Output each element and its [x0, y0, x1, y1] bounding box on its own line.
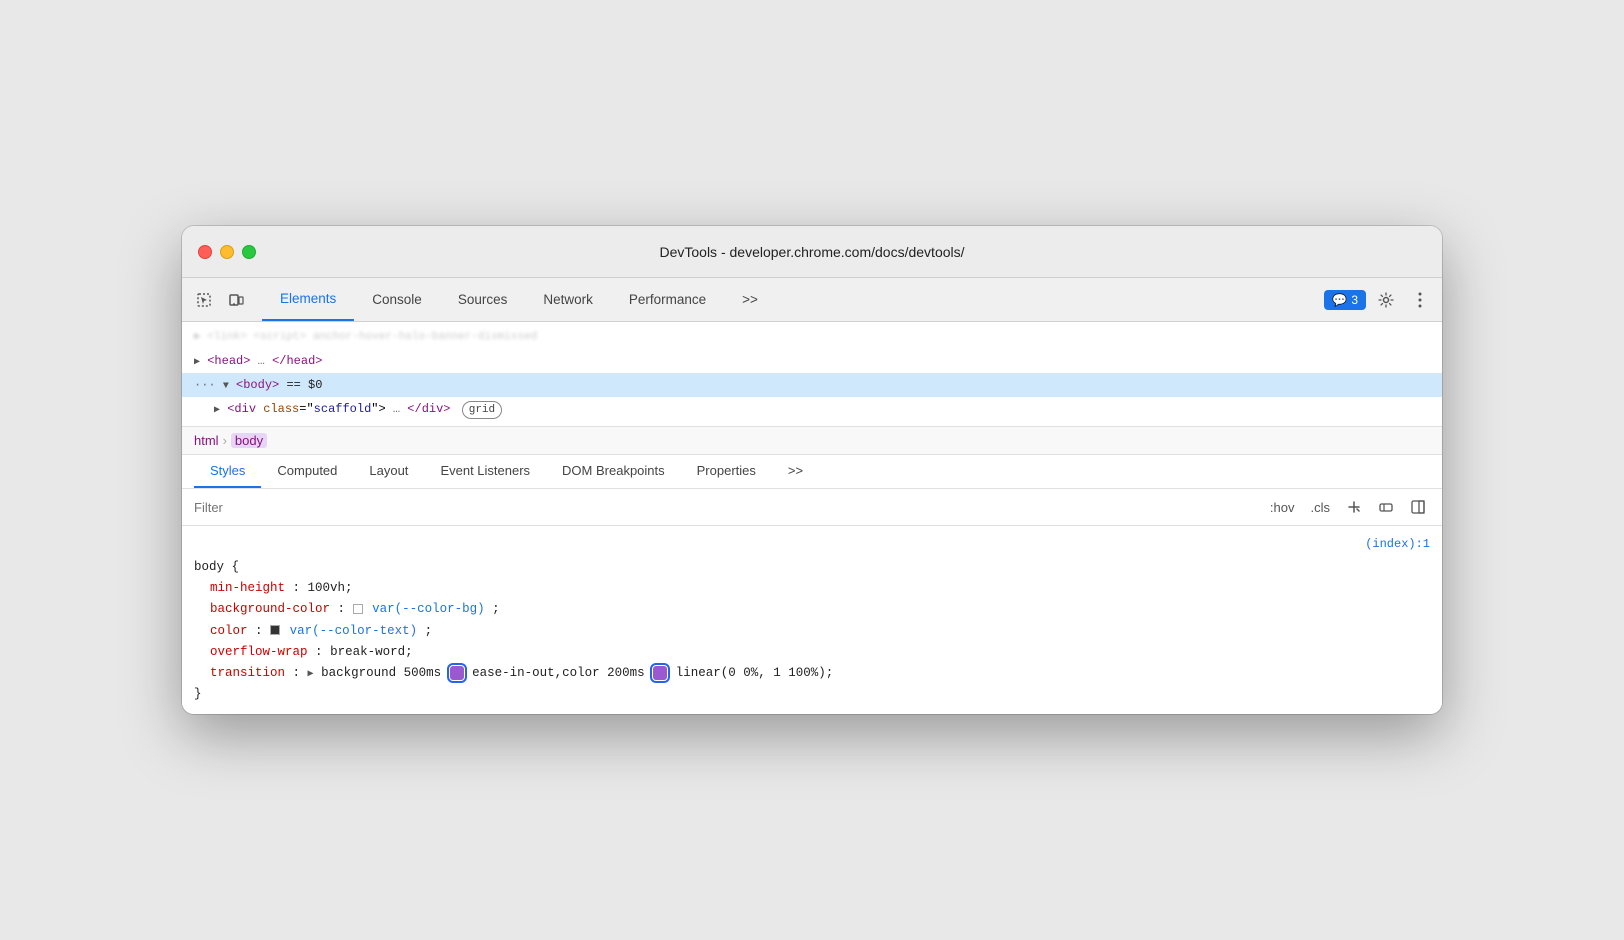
tab-elements[interactable]: Elements — [262, 278, 354, 321]
issues-icon: 💬 — [1332, 293, 1347, 307]
dom-blur-line: ▶ <link> <script> anchor-hover-halo-bann… — [182, 326, 1442, 349]
close-button[interactable] — [198, 245, 212, 259]
dom-div-line[interactable]: ▶ <div class="scaffold"> … </div> grid — [182, 397, 1442, 423]
toggle-class-icon[interactable] — [1374, 495, 1398, 519]
css-prop-background-color: background-color : var(--color-bg) ; — [194, 599, 1430, 620]
traffic-lights — [198, 245, 256, 259]
minimize-button[interactable] — [220, 245, 234, 259]
sub-tab-more[interactable]: >> — [772, 455, 819, 488]
sub-tabs: Styles Computed Layout Event Listeners D… — [182, 455, 1442, 489]
dom-body-line[interactable]: ··· ▼ <body> == $0 — [182, 373, 1442, 397]
window-title: DevTools - developer.chrome.com/docs/dev… — [659, 244, 964, 260]
hov-button[interactable]: :hov — [1266, 498, 1299, 517]
filter-input[interactable] — [194, 500, 1266, 515]
devtools-panel: Elements Console Sources Network Perform… — [182, 278, 1442, 713]
more-options-icon[interactable] — [1406, 286, 1434, 314]
css-selector-line: body { — [194, 557, 1430, 578]
toolbar-right: 💬 3 — [1324, 286, 1434, 314]
transition-expand-icon[interactable]: ▶ — [308, 669, 314, 680]
elements-panel: ▶ <link> <script> anchor-hover-halo-bann… — [182, 322, 1442, 427]
breadcrumb: html › body — [182, 427, 1442, 455]
sub-tab-properties[interactable]: Properties — [681, 455, 772, 488]
issues-badge[interactable]: 💬 3 — [1324, 290, 1366, 310]
breadcrumb-html[interactable]: html — [194, 433, 219, 448]
toolbar-icons — [190, 286, 250, 314]
css-prop-overflow-wrap: overflow-wrap : break-word; — [194, 642, 1430, 663]
devtools-window: DevTools - developer.chrome.com/docs/dev… — [182, 226, 1442, 713]
title-bar: DevTools - developer.chrome.com/docs/dev… — [182, 226, 1442, 278]
devtools-toolbar: Elements Console Sources Network Perform… — [182, 278, 1442, 322]
tab-network[interactable]: Network — [525, 278, 611, 321]
tab-performance[interactable]: Performance — [611, 278, 724, 321]
css-close-brace: } — [194, 684, 1430, 705]
tab-sources[interactable]: Sources — [440, 278, 526, 321]
add-style-icon[interactable] — [1342, 495, 1366, 519]
grid-badge[interactable]: grid — [462, 401, 502, 420]
sub-tab-dom-breakpoints[interactable]: DOM Breakpoints — [546, 455, 681, 488]
tab-more[interactable]: >> — [724, 278, 776, 321]
issues-count: 3 — [1351, 293, 1358, 307]
sub-tab-layout[interactable]: Layout — [353, 455, 424, 488]
text-color-swatch[interactable] — [270, 625, 280, 635]
computed-sidebar-icon[interactable] — [1406, 495, 1430, 519]
device-mode-icon[interactable] — [222, 286, 250, 314]
css-prop-min-height: min-height : 100vh; — [194, 578, 1430, 599]
settings-icon[interactable] — [1372, 286, 1400, 314]
cls-button[interactable]: .cls — [1307, 498, 1335, 517]
transition-color-swatch-1[interactable] — [450, 666, 464, 680]
dom-head-line[interactable]: ▶ <head> … </head> — [182, 349, 1442, 373]
sub-tab-styles[interactable]: Styles — [194, 455, 261, 488]
maximize-button[interactable] — [242, 245, 256, 259]
filter-bar: :hov .cls — [182, 489, 1442, 526]
text-color-var[interactable]: var(--color-text) — [290, 624, 418, 638]
css-prop-color: color : var(--color-text) ; — [194, 621, 1430, 642]
bg-color-var[interactable]: var(--color-bg) — [372, 602, 485, 616]
sub-tab-computed[interactable]: Computed — [261, 455, 353, 488]
breadcrumb-body[interactable]: body — [231, 433, 267, 448]
bg-color-swatch[interactable] — [353, 604, 363, 614]
sub-tab-event-listeners[interactable]: Event Listeners — [424, 455, 546, 488]
filter-actions: :hov .cls — [1266, 495, 1430, 519]
tab-console[interactable]: Console — [354, 278, 440, 321]
transition-color-swatch-2[interactable] — [653, 666, 667, 680]
inspect-icon[interactable] — [190, 286, 218, 314]
tab-list: Elements Console Sources Network Perform… — [262, 278, 1324, 321]
css-source[interactable]: (index):1 — [194, 534, 1430, 554]
css-content: (index):1 body { min-height : 100vh; bac… — [182, 526, 1442, 713]
css-prop-transition: transition : ▶ background 500ms ease-in-… — [194, 663, 1430, 684]
